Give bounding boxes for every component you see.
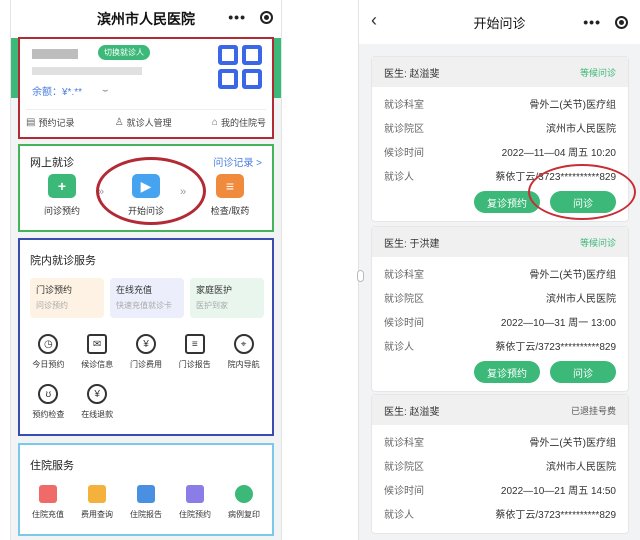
wallet-icon bbox=[39, 485, 57, 503]
family-care-card[interactable]: 家庭医护 医护到家 bbox=[190, 278, 264, 318]
balance-text: 余额：¥*.** bbox=[32, 87, 83, 98]
card-header: 医生: 于洪建 等候问诊 bbox=[372, 227, 628, 257]
card-header: 医生: 赵溢斐 等候问诊 bbox=[372, 57, 628, 87]
outpatient-fees-button[interactable]: ¥ 门诊费用 bbox=[122, 334, 171, 370]
link-appointment-records[interactable]: ▤ 预约记录 bbox=[26, 116, 74, 129]
highlight-ellipse bbox=[96, 157, 206, 225]
mini-program-capsule: ••• bbox=[583, 14, 628, 30]
inpatient-grid: 住院充值 费用查询 住院报告 住院预约 病例复印 bbox=[26, 485, 266, 520]
home-icon: ⌂ bbox=[211, 117, 218, 128]
person-row: 就诊人 蔡依丁云/3723**********829 bbox=[384, 509, 616, 521]
card-actions: 复诊预约 问诊 bbox=[372, 357, 628, 391]
inpatient-recharge-button[interactable]: 住院充值 bbox=[26, 485, 70, 520]
service-cards: 门诊预约 问诊预约 在线充值 快速充值就诊卡 家庭医护 医护到家 bbox=[30, 278, 264, 318]
patient-name-blurred bbox=[32, 49, 78, 59]
user-icon: ♙ bbox=[114, 117, 124, 128]
record-copy-button[interactable]: 病例复印 bbox=[222, 485, 266, 520]
mini-program-capsule: ••• bbox=[228, 9, 273, 25]
cloud-upload-icon bbox=[235, 485, 253, 503]
exam-appointment-button[interactable]: ʊ 预约检查 bbox=[24, 384, 73, 420]
outpatient-report-button[interactable]: ≡ 门诊报告 bbox=[170, 334, 219, 370]
consult-appointment-button[interactable]: + 问诊预约 bbox=[27, 174, 97, 217]
consult-button[interactable]: 问诊 bbox=[550, 361, 616, 383]
service-grid: ◷ 今日预约 ✉ 候诊信息 ¥ 门诊费用 ≡ 门诊报告 ⌖ 院内导航 ʊ 预约检查 ¥ 在线退… bbox=[24, 334, 268, 420]
calendar-doc-icon bbox=[186, 485, 204, 503]
medicine-box-icon: ≡ bbox=[216, 174, 244, 198]
document-icon: ▤ bbox=[26, 117, 36, 128]
mail-icon: ✉ bbox=[87, 334, 108, 354]
inpatient-services-heading: 住院服务 bbox=[30, 460, 74, 472]
consult-records-link[interactable]: 问诊记录 > bbox=[213, 154, 262, 169]
online-recharge-card[interactable]: 在线充值 快速充值就诊卡 bbox=[110, 278, 184, 318]
hospital-navigation-button[interactable]: ⌖ 院内导航 bbox=[219, 334, 268, 370]
patient-card: 切换就诊人 余额：¥*.** ⌣ ▤ 预约记录 ♙ 就诊人管理 ⌂ 我的住院号 bbox=[18, 37, 274, 139]
inpatient-services-section: 住院服务 住院充值 费用查询 住院报告 住院预约 病例复印 bbox=[18, 443, 274, 536]
status-badge: 等候问诊 bbox=[579, 67, 616, 78]
doctor-name: 医生: 于洪建 bbox=[384, 238, 440, 250]
more-menu-icon[interactable]: ••• bbox=[583, 14, 601, 30]
fee-inquiry-button[interactable]: 费用查询 bbox=[75, 485, 119, 520]
doctor-name: 医生: 赵溢斐 bbox=[384, 68, 440, 80]
time-row: 候诊时间 2022—10—21 周五 14:50 bbox=[384, 485, 616, 497]
left-title-bar: 滨州市人民医院 ••• bbox=[11, 0, 281, 38]
area-row: 就诊院区 滨州市人民医院 bbox=[384, 123, 616, 135]
clock-icon: ◷ bbox=[38, 334, 59, 354]
consult-card: 医生: 于洪建 等候问诊 就诊科室 骨外二(关节)医疗组 就诊院区 滨州市人民医院 … bbox=[371, 226, 629, 392]
person-row: 就诊人 蔡依丁云/3723**********829 bbox=[384, 341, 616, 353]
time-row: 候诊时间 2022—10—31 周一 13:00 bbox=[384, 317, 616, 329]
refund-icon: ¥ bbox=[87, 384, 108, 404]
right-phone-screen: ‹ 开始问诊 ••• 医生: 赵溢斐 等候问诊 就诊科室 骨外二(关节)医疗组 就… bbox=[358, 0, 640, 540]
patient-id-blurred bbox=[32, 67, 142, 75]
doctor-name: 医生: 赵溢斐 bbox=[384, 406, 440, 418]
area-row: 就诊院区 滨州市人民医院 bbox=[384, 293, 616, 305]
medical-kit-icon: + bbox=[48, 174, 76, 198]
inpatient-report-button[interactable]: 住院报告 bbox=[124, 485, 168, 520]
more-menu-icon[interactable]: ••• bbox=[228, 9, 246, 25]
online-refund-button[interactable]: ¥ 在线退款 bbox=[73, 384, 122, 420]
waiting-info-button[interactable]: ✉ 候诊信息 bbox=[73, 334, 122, 370]
eye-closed-icon[interactable]: ⌣ bbox=[102, 85, 109, 96]
inpatient-appointment-button[interactable]: 住院预约 bbox=[173, 485, 217, 520]
dept-row: 就诊科室 骨外二(关节)医疗组 bbox=[384, 99, 616, 111]
status-badge: 已退挂号费 bbox=[570, 405, 616, 416]
right-title-bar: ‹ 开始问诊 ••• bbox=[359, 0, 640, 44]
consult-card: 医生: 赵溢斐 已退挂号费 就诊科室 骨外二(关节)医疗组 就诊院区 滨州市人民医院… bbox=[371, 394, 629, 534]
time-row: 候诊时间 2022—11—04 周五 10:20 bbox=[384, 147, 616, 159]
patient-links: ▤ 预约记录 ♙ 就诊人管理 ⌂ 我的住院号 bbox=[26, 109, 266, 129]
online-consult-heading: 网上就诊 bbox=[30, 157, 74, 169]
link-inpatient-number[interactable]: ⌂ 我的住院号 bbox=[212, 116, 266, 129]
close-target-icon[interactable] bbox=[615, 15, 628, 29]
stethoscope-icon: ʊ bbox=[38, 384, 59, 404]
link-patient-management[interactable]: ♙ 就诊人管理 bbox=[115, 116, 172, 129]
status-badge: 等候问诊 bbox=[579, 237, 616, 248]
card-header: 医生: 赵溢斐 已退挂号费 bbox=[372, 395, 628, 425]
hospital-services-section: 院内就诊服务 门诊预约 问诊预约 在线充值 快速充值就诊卡 家庭医护 医护到家 … bbox=[18, 238, 274, 436]
hospital-title: 滨州市人民医院 bbox=[97, 11, 195, 27]
qr-code-icon[interactable] bbox=[218, 45, 262, 89]
area-row: 就诊院区 滨州市人民医院 bbox=[384, 461, 616, 473]
receipt-search-icon bbox=[88, 485, 106, 503]
switch-patient-button[interactable]: 切换就诊人 bbox=[98, 45, 150, 60]
location-icon: ⌖ bbox=[233, 334, 254, 354]
edit-report-icon bbox=[137, 485, 155, 503]
dept-row: 就诊科室 骨外二(关节)医疗组 bbox=[384, 437, 616, 449]
start-consult-title: 开始问诊 bbox=[473, 15, 526, 31]
dept-row: 就诊科室 骨外二(关节)医疗组 bbox=[384, 269, 616, 281]
close-target-icon[interactable] bbox=[260, 10, 273, 24]
outpatient-appointment-card[interactable]: 门诊预约 问诊预约 bbox=[30, 278, 104, 318]
scroll-handle[interactable] bbox=[357, 270, 364, 282]
today-appointment-button[interactable]: ◷ 今日预约 bbox=[24, 334, 73, 370]
back-chevron-icon[interactable]: ‹ bbox=[371, 10, 377, 31]
hospital-services-heading: 院内就诊服务 bbox=[30, 255, 96, 267]
document-icon: ≡ bbox=[184, 334, 205, 354]
highlight-ellipse bbox=[528, 164, 636, 220]
refresh-yen-icon: ¥ bbox=[135, 334, 156, 354]
follow-up-appointment-button[interactable]: 复诊预约 bbox=[474, 361, 540, 383]
